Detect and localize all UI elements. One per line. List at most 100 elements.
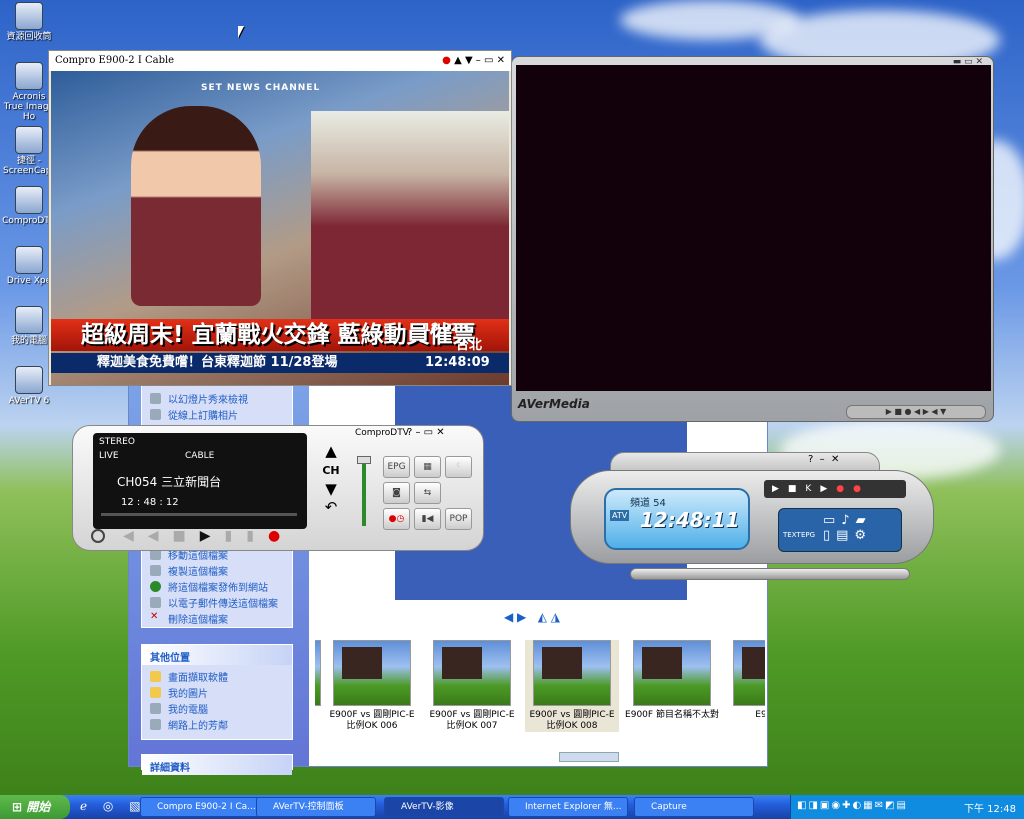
channel-up-down[interactable]: ▲ CH ▼ ↶: [321, 442, 341, 516]
thumbnail-image: [333, 640, 411, 706]
aver-seek-bar[interactable]: [630, 568, 910, 580]
weather-temp: 18-22°C: [423, 321, 472, 334]
email-icon: [150, 597, 161, 608]
crowd-scene: [311, 111, 509, 321]
place-my-pictures[interactable]: 我的圖片: [142, 685, 292, 701]
volume-slider[interactable]: [357, 444, 371, 534]
thumbnail-image: [315, 640, 321, 706]
folder-icon: [150, 687, 161, 698]
email-file-link[interactable]: 以電子郵件傳送這個檔案: [142, 595, 292, 611]
aver-lcd: 頻道 54 ATV 12:48:11: [604, 488, 750, 550]
channel-name: CH054 三立新聞台: [117, 475, 222, 489]
window-title: Compro E900-2 I Cable: [55, 55, 175, 66]
snapshot-button[interactable]: ◙: [383, 482, 410, 504]
aver-channel: 頻道 54: [630, 498, 666, 509]
transport-controls[interactable]: ◀◀■▶▮▮●: [123, 528, 294, 544]
schedule-button[interactable]: ●◷: [383, 508, 410, 530]
delete-file-link[interactable]: ✕ 刪除這個檔案: [142, 611, 292, 627]
thumbnail-image: [633, 640, 711, 706]
other-places-panel: 其他位置 畫面擷取軟體 我的圖片 我的電腦 網路上的芳鄰: [141, 644, 293, 740]
thumbnail-item[interactable]: E900F vs 圓剛PIC-E 比例OK 006: [325, 640, 419, 732]
grid-button[interactable]: ▦: [414, 456, 441, 478]
acronis-icon: [15, 62, 43, 90]
thumbnail-item[interactable]: E900F vs 圓剛PIC-E 比例OK 008: [525, 640, 619, 732]
recycle-bin-icon: [15, 2, 43, 30]
copy-file-link[interactable]: 複製這個檔案: [142, 563, 292, 579]
scrollbar-thumb[interactable]: [559, 752, 619, 762]
compro-video-window: Compro E900-2 I Cable ● ▲ ▼ – ▭ ✕ SET NE…: [48, 50, 512, 386]
taskbar: ⊞ 開始 ℯ ◎ ▧ Compro E900-2 I Ca... AVerTV-控…: [0, 795, 1024, 819]
other-places-title[interactable]: 其他位置: [142, 645, 292, 665]
details-panel: 詳細資料: [141, 754, 293, 775]
place-capture[interactable]: 畫面擷取軟體: [142, 669, 292, 685]
thumbnail-image: [433, 640, 511, 706]
place-my-computer[interactable]: 我的電腦: [142, 701, 292, 717]
order-icon: [150, 409, 161, 420]
thumbnail-strip: 比E900F vs 圓剛PIC-E 比例OK 006E900F vs 圓剛PIC…: [315, 636, 765, 748]
text-button[interactable]: TEXT: [783, 531, 801, 539]
copy-icon: [150, 565, 161, 576]
broadcast-clock: 12:48:09: [421, 353, 509, 373]
globe-icon: [150, 581, 161, 592]
camera-icon: [15, 126, 43, 154]
taskbar-task[interactable]: Compro E900-2 I Ca...: [140, 797, 260, 817]
player-mini-controls[interactable]: ▶ ■ ● ◀ ▶ ◀ ▼: [846, 405, 986, 419]
compro-control-panel: STEREO LIVE CABLE CH054 三立新聞台 12 : 48 : …: [72, 425, 484, 551]
thumbnail-image: [533, 640, 611, 706]
thumbnail-item[interactable]: E900F i: [725, 640, 765, 721]
start-button[interactable]: ⊞ 開始: [0, 795, 70, 819]
mouse-cursor: [238, 26, 244, 38]
window-titlebar[interactable]: Compro E900-2 I Cable ● ▲ ▼ – ▭ ✕: [49, 51, 511, 71]
epg-button[interactable]: EPG: [801, 531, 815, 539]
windows-logo-icon: ⊞: [12, 800, 23, 814]
aver-function-grid[interactable]: TEXT EPG ▭♪▰ ▯▤⚙: [778, 508, 902, 552]
thumbnail-image: [733, 640, 765, 706]
avertv-icon: [15, 366, 43, 394]
tray-icons[interactable]: ◧◨▣◉✚◐▦✉◩▤: [797, 800, 908, 811]
folder-icon: [150, 671, 161, 682]
slideshow-icon: [150, 393, 161, 404]
place-network[interactable]: 網路上的芳鄰: [142, 717, 292, 733]
seek-bar[interactable]: [101, 513, 297, 516]
quick-launch[interactable]: ℯ ◎ ▧: [80, 799, 147, 813]
publish-file-link[interactable]: 將這個檔案發佈到網站: [142, 579, 292, 595]
source-mode: LIVE: [99, 451, 119, 461]
taskbar-task[interactable]: Capture: [634, 797, 754, 817]
cc-button[interactable]: ꟲ: [445, 456, 472, 478]
aver-transport[interactable]: ▶■K▶●●: [764, 480, 906, 498]
window-controls[interactable]: ● ▲ ▼ – ▭ ✕: [442, 55, 505, 66]
details-title[interactable]: 詳細資料: [142, 755, 292, 775]
video-screen: [516, 65, 991, 391]
system-tray: ◧◨▣◉✚◐▦✉◩▤ 下午 12:48: [790, 795, 1024, 819]
panel-window-controls[interactable]: ? – ▭ ✕: [407, 427, 445, 438]
news-anchor: [131, 106, 261, 306]
taskbar-task[interactable]: Internet Explorer 無...: [508, 797, 628, 817]
lcd-time: 12 : 48 : 12: [121, 497, 179, 508]
tray-clock: 下午 12:48: [964, 804, 1016, 815]
slideshow-link[interactable]: 以幻燈片秀來檢視: [142, 391, 292, 407]
weather-city: 台北: [456, 338, 483, 353]
pop-button[interactable]: POP: [445, 508, 472, 530]
audio-mode: STEREO: [99, 437, 135, 447]
compro-icon: [15, 186, 43, 214]
taskbar-task[interactable]: AVerTV-影像: [384, 797, 504, 817]
epg-button[interactable]: EPG: [383, 456, 410, 478]
tv-broadcast-frame: SET NEWS CHANNEL 超級周末! 宜蘭戰火交鋒 藍綠動員催票 18-…: [51, 71, 509, 385]
panel-title: ComproDTV: [355, 428, 409, 438]
avertv-compact-player: ? – ✕ 頻道 54 ATV 12:48:11 ▶■K▶●● TEXT EPG…: [570, 450, 934, 585]
drive-icon: [15, 246, 43, 274]
thumbnail-item[interactable]: E900F vs 圓剛PIC-E 比例OK 007: [425, 640, 519, 732]
order-prints-link[interactable]: 從線上訂購相片: [142, 407, 292, 423]
taskbar-task[interactable]: AVerTV-控制面板: [256, 797, 376, 817]
swap-button[interactable]: ⇆: [414, 482, 441, 504]
computer-icon: [15, 306, 43, 334]
channel-banner: SET NEWS CHANNEL: [201, 83, 321, 93]
aver-atv: ATV: [610, 510, 630, 521]
thumbnail-item[interactable]: E900F 節目名稱不太對: [625, 640, 719, 721]
lcd-display: STEREO LIVE CABLE CH054 三立新聞台 12 : 48 : …: [93, 433, 307, 529]
preview-nav[interactable]: ◀ ▶ ◭ ◮: [504, 610, 560, 624]
player-window-controls[interactable]: ? – ✕: [808, 454, 839, 465]
aver-time: 12:48:11: [640, 508, 740, 532]
timeshift-button[interactable]: ▮◀: [414, 508, 441, 530]
desktop-icon[interactable]: 資源回收筒: [2, 2, 56, 42]
